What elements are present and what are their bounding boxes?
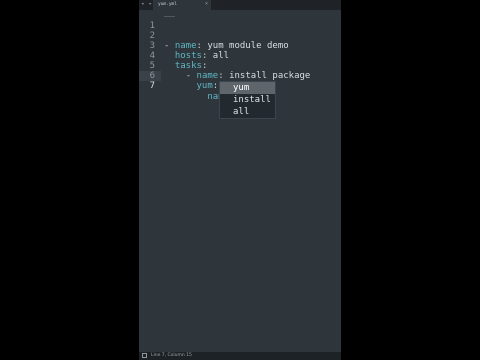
code-line[interactable]: 6 yum: — [139, 61, 341, 91]
code-line[interactable]: 4 tasks: — [139, 41, 341, 71]
panel-icon[interactable] — [142, 353, 147, 358]
tab-label: yum.yml — [158, 2, 177, 7]
nav-arrows-icon[interactable]: ◂ ▸ — [141, 1, 153, 7]
tab-bar: ◂ ▸ yum.yml × — [139, 0, 341, 10]
autocomplete-item[interactable]: all — [220, 106, 275, 118]
code-line[interactable]: 2 - name: yum module demo — [139, 21, 341, 51]
code-line[interactable]: 1 — [139, 11, 341, 31]
close-icon[interactable]: × — [205, 1, 208, 7]
status-bar: Line 7, Column 15 — [139, 352, 341, 360]
line-number: 7 — [149, 81, 155, 91]
editor-window: ◂ ▸ yum.yml × ▁▁▁▁▁▁ 1 2 - name: yum mod… — [139, 0, 341, 360]
code-line[interactable]: 5 - name: install package — [139, 51, 341, 81]
tab-yum-yml[interactable]: yum.yml × — [153, 0, 211, 10]
autocomplete-item[interactable]: yum — [220, 82, 275, 94]
code-line-active[interactable]: 7 name: — [139, 71, 341, 102]
autocomplete-popup: yum install all — [219, 81, 276, 119]
code-line[interactable]: 3 hosts: all — [139, 31, 341, 61]
yaml-key: yum — [196, 81, 213, 91]
cursor-position: Line 7, Column 15 — [151, 353, 192, 358]
autocomplete-item[interactable]: install — [220, 94, 275, 106]
yaml-colon: : — [212, 81, 219, 91]
